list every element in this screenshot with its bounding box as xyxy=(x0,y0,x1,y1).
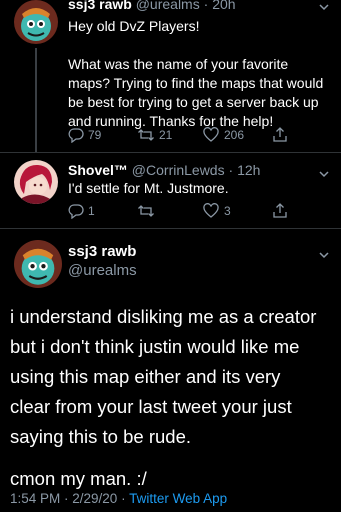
separator-dot: · xyxy=(203,0,209,12)
main-tweet-line: but i don't think justin would like me xyxy=(10,336,300,357)
like-icon xyxy=(203,127,219,143)
divider xyxy=(0,228,341,229)
main-tweet-line: cmon my man. :/ xyxy=(10,468,147,489)
tweet-1-line: Hey old DvZ Players! xyxy=(68,18,200,34)
main-tweet-line: clear from your last tweet your just xyxy=(10,396,292,417)
display-name[interactable]: ssj3 rawb xyxy=(68,243,136,260)
avatar-urealms-image xyxy=(14,0,58,44)
tweet-1-line: be best for trying to get a server back … xyxy=(68,94,319,110)
share-button[interactable] xyxy=(272,202,288,219)
tweet-2-header: Shovel™ @CorrinLewds · 12h xyxy=(68,162,260,178)
main-tweet-line: i understand disliking me as a creator xyxy=(10,306,317,327)
avatar-corrinlewds[interactable] xyxy=(14,160,58,204)
avatar-urealms-image xyxy=(14,240,62,288)
retweet-button[interactable] xyxy=(137,203,159,219)
like-button[interactable]: 3 xyxy=(203,203,231,219)
like-button[interactable]: 206 xyxy=(203,127,244,143)
reply-button[interactable]: 1 xyxy=(68,203,95,219)
share-button[interactable] xyxy=(272,126,288,143)
like-count: 3 xyxy=(224,204,231,218)
like-count: 206 xyxy=(224,128,245,142)
tweet-1-line: maps? Trying to find the maps that would xyxy=(68,75,324,91)
main-tweet-text: i understand disliking me as a creator b… xyxy=(10,302,340,494)
tweet-time[interactable]: 12h xyxy=(237,162,260,178)
retweet-button[interactable]: 21 xyxy=(137,127,172,143)
handle[interactable]: @CorrinLewds xyxy=(132,162,225,178)
share-icon xyxy=(272,126,288,143)
retweet-icon xyxy=(137,127,155,143)
chevron-down-icon[interactable] xyxy=(318,167,330,183)
reply-icon xyxy=(68,203,84,219)
display-name[interactable]: Shovel™ xyxy=(68,162,128,178)
tweet-meta: 1:54 PM · 2/29/20 · Twitter Web App xyxy=(10,491,227,506)
display-name[interactable]: ssj3 rawb xyxy=(68,0,132,12)
avatar-urealms[interactable] xyxy=(14,0,58,44)
handle[interactable]: @urealms xyxy=(136,0,200,12)
reply-count: 79 xyxy=(88,128,102,142)
retweet-icon xyxy=(137,203,155,219)
like-icon xyxy=(203,203,219,219)
avatar-corrinlewds-image xyxy=(14,160,58,204)
tweet-2-text: I'd settle for Mt. Justmore. xyxy=(68,180,229,196)
separator-dot: · xyxy=(228,162,234,178)
retweet-count: 21 xyxy=(159,128,173,142)
reply-button[interactable]: 79 xyxy=(68,127,101,143)
avatar-urealms[interactable] xyxy=(14,240,62,288)
handle[interactable]: @urealms xyxy=(68,262,137,279)
tweet-source-link[interactable]: Twitter Web App xyxy=(129,491,227,506)
divider xyxy=(0,152,341,153)
main-tweet-line: using this map either and its very xyxy=(10,366,281,387)
share-icon xyxy=(272,202,288,219)
reply-icon xyxy=(68,127,84,143)
tweet-1-line: What was the name of your favorite xyxy=(68,56,289,72)
main-tweet-line: saying this to be rude. xyxy=(10,426,191,447)
chevron-down-icon[interactable] xyxy=(318,0,330,16)
reply-count: 1 xyxy=(88,204,95,218)
tweet-1-text: Hey old DvZ Players! What was the name o… xyxy=(68,17,338,131)
thread-connector xyxy=(35,48,37,153)
chevron-down-icon[interactable] xyxy=(318,248,330,264)
tweet-timestamp[interactable]: 1:54 PM · 2/29/20 · xyxy=(10,491,129,506)
tweet-1-header: ssj3 rawb @urealms · 20h xyxy=(68,0,236,12)
tweet-time[interactable]: 20h xyxy=(212,0,235,12)
